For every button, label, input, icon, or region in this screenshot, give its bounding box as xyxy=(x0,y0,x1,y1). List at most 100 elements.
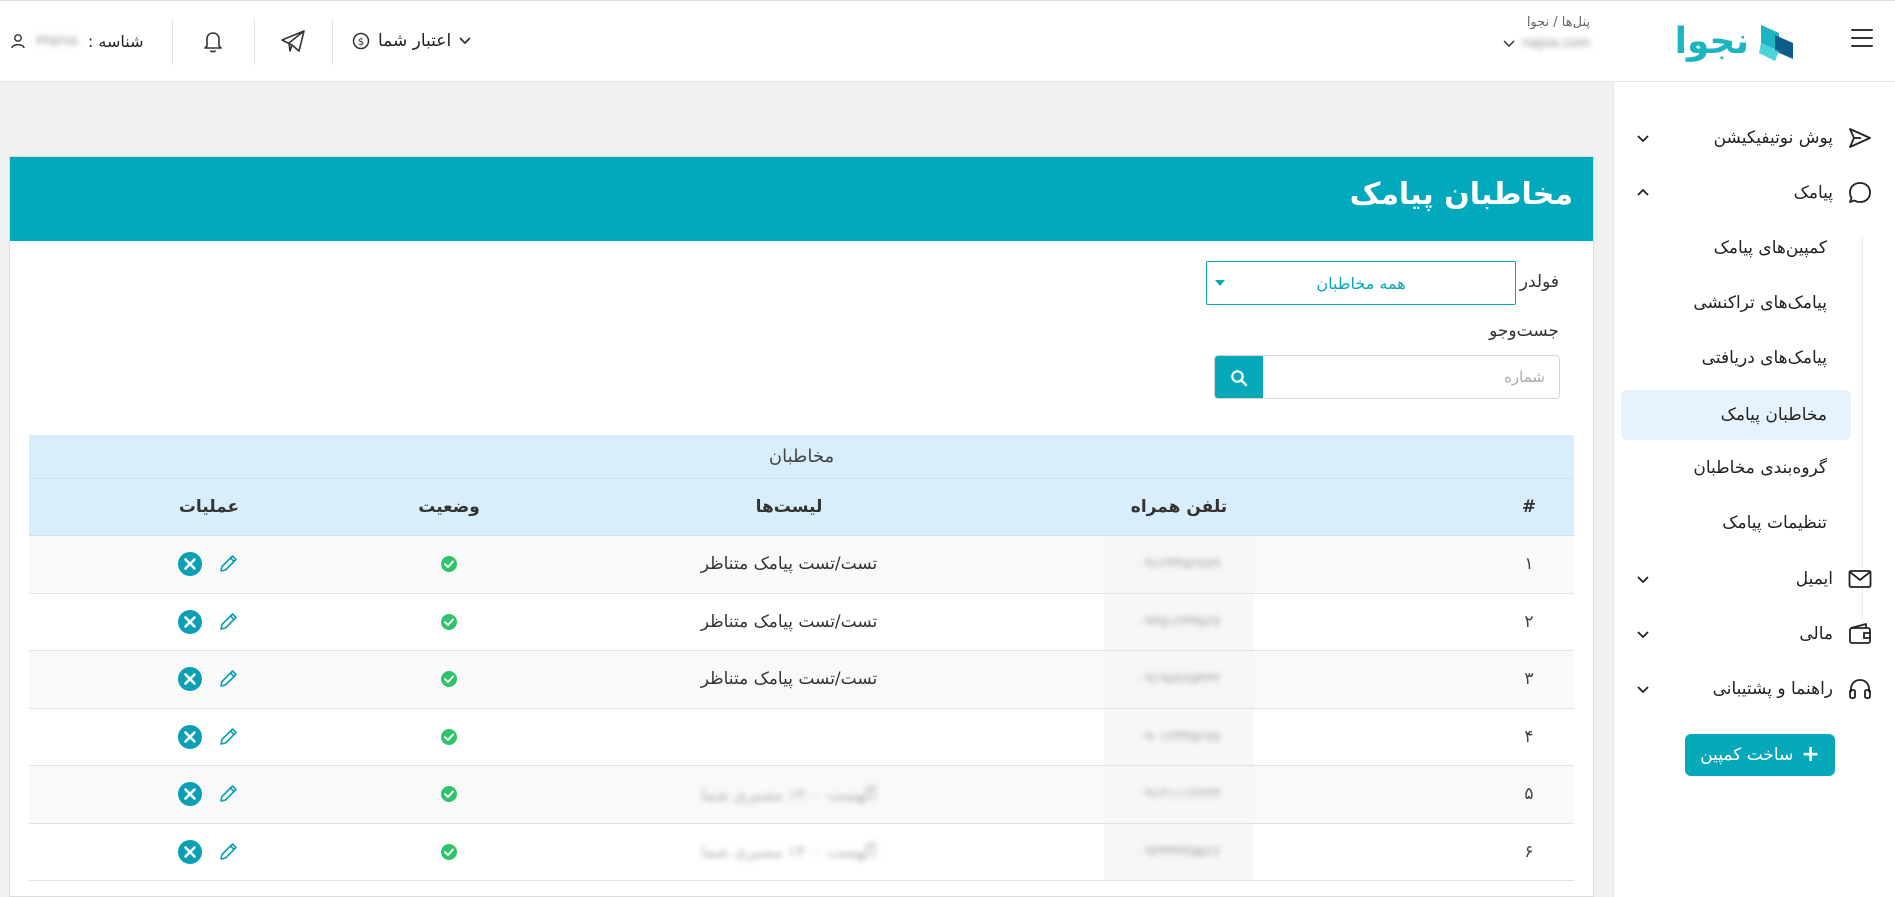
delete-button[interactable] xyxy=(177,724,203,750)
row-phone: ۰۹۳۳۴۴۴۵۵۶۶ xyxy=(1137,843,1221,860)
headset-icon xyxy=(1849,679,1871,699)
pencil-icon xyxy=(220,670,237,688)
edit-button[interactable] xyxy=(215,839,241,865)
sidebar-subitem-sms-campaigns[interactable]: کمپین‌های پیامک xyxy=(1714,230,1827,266)
user-id[interactable]: شناسه : ۳۴۵۶۷۸ xyxy=(10,29,143,53)
row-index: ۵ xyxy=(1524,784,1534,805)
table-row: ۲ ۰۹۳۵۱۲۳۴۵۶۷ تست/تست پیامک متناظر xyxy=(29,593,1574,651)
user-id-value: ۳۴۵۶۷۸ xyxy=(36,33,78,49)
table-row: ۵ ۰۹۱۲۱۱۱۲۲۳۳ آگهست ۱۴۰۰ مسیری شما xyxy=(29,766,1574,824)
column-header-lists: لیست‌ها xyxy=(755,497,823,517)
delete-button[interactable] xyxy=(177,839,203,865)
pencil-icon xyxy=(220,842,237,860)
sidebar-subitem-received-sms[interactable]: پیامک‌های دریافتی xyxy=(1702,340,1827,376)
panel-selector[interactable]: پنل‌ها / نجوا najva.com xyxy=(1470,15,1590,65)
sidebar-subitem-contact-groups[interactable]: گروه‌بندی مخاطبان xyxy=(1693,450,1827,486)
credit-dropdown[interactable]: $ اعتبار شما xyxy=(352,29,471,53)
sidebar-subitem-sms-contacts[interactable]: مخاطبان پیامک xyxy=(1721,397,1827,433)
table-caption: مخاطبان xyxy=(29,435,1574,479)
chevron-down-icon xyxy=(1637,135,1649,143)
top-header: نجوا پنل‌ها / نجوا najva.com شناسه : ۳۴۵… xyxy=(0,0,1895,82)
pencil-icon xyxy=(220,612,237,630)
mail-icon xyxy=(1848,570,1872,588)
panel-value: najva.com xyxy=(1522,36,1590,51)
table-row: ۶ ۰۹۳۳۴۴۴۵۵۶۶ آگهست ۱۴۰۰ مسیری شما xyxy=(29,823,1574,881)
column-header-index: # xyxy=(1521,497,1537,517)
edit-button[interactable] xyxy=(215,551,241,577)
coin-icon: $ xyxy=(352,32,370,50)
sidebar-item-label: راهنما و پشتیبانی xyxy=(1712,679,1833,699)
plus-icon: + xyxy=(1801,742,1820,767)
panel-breadcrumb: پنل‌ها / نجوا xyxy=(1526,15,1590,30)
menu-icon[interactable] xyxy=(1851,29,1873,47)
row-lists: تست/تست پیامک متناظر xyxy=(700,611,878,632)
chevron-down-icon xyxy=(1637,686,1649,694)
row-index: ۱ xyxy=(1524,554,1534,575)
close-circle-icon xyxy=(178,609,202,634)
wallet-icon xyxy=(1849,623,1871,644)
telegram-icon[interactable] xyxy=(279,27,307,55)
status-check-icon xyxy=(441,671,457,688)
row-phone: ۰۹۱۹۸۷۶۵۴۳۲ xyxy=(1137,671,1221,688)
create-campaign-button[interactable]: + ساخت کمپین xyxy=(1685,734,1835,776)
search-button[interactable] xyxy=(1215,356,1263,398)
sidebar: پوش نوتیفیکیشن پیامک کمپین‌های پیامک پیا… xyxy=(1613,82,1895,897)
close-circle-icon xyxy=(178,667,202,692)
column-header-operations: عملیات xyxy=(178,497,240,517)
sidebar-item-email[interactable]: ایمیل xyxy=(1633,559,1873,599)
close-circle-icon xyxy=(178,552,202,577)
logo-mark-icon xyxy=(1759,25,1793,61)
najva-logo[interactable]: نجوا xyxy=(1657,19,1797,65)
delete-button[interactable] xyxy=(177,609,203,635)
sidebar-item-support[interactable]: راهنما و پشتیبانی xyxy=(1633,669,1873,709)
search-input[interactable] xyxy=(1263,356,1559,398)
row-index: ۲ xyxy=(1524,611,1534,632)
row-lists: آگهست ۱۴۰۰ مسیری شما xyxy=(701,842,877,862)
chevron-up-icon xyxy=(1637,188,1649,196)
row-lists: آگهست ۱۴۰۰ مسیری شما xyxy=(701,784,877,804)
folder-select[interactable]: همه مخاطبان xyxy=(1206,261,1516,305)
chevron-down-icon xyxy=(1503,39,1515,47)
table-body: ۱ ۰۹۱۲۳۴۵۶۷۸۹ تست/تست پیامک متناظر ۲ ۰۹۳… xyxy=(29,536,1574,881)
sidebar-subitem-sms-settings[interactable]: تنظیمات پیامک xyxy=(1722,505,1827,541)
sidebar-item-push[interactable]: پوش نوتیفیکیشن xyxy=(1633,118,1873,158)
row-lists: تست/تست پیامک متناظر xyxy=(700,669,878,690)
page-title: مخاطبان پیامک xyxy=(1349,177,1573,212)
delete-button[interactable] xyxy=(177,551,203,577)
user-id-label: شناسه : xyxy=(87,31,144,51)
table-row: ۳ ۰۹۱۹۸۷۶۵۴۳۲ تست/تست پیامک متناظر xyxy=(29,651,1574,709)
row-lists: تست/تست پیامک متناظر xyxy=(700,554,878,575)
edit-button[interactable] xyxy=(215,724,241,750)
row-index: ۳ xyxy=(1524,669,1534,690)
delete-button[interactable] xyxy=(177,666,203,692)
user-icon xyxy=(11,34,25,49)
sidebar-item-label: پیامک xyxy=(1793,183,1833,203)
header-divider xyxy=(254,19,255,65)
edit-button[interactable] xyxy=(215,781,241,807)
chat-bubble-icon xyxy=(1849,182,1871,203)
column-header-phone: تلفن همراه xyxy=(1130,497,1228,517)
search-box xyxy=(1214,355,1560,399)
row-phone: ۰۹۱۲۳۴۵۶۷۸۹ xyxy=(1137,556,1221,573)
send-icon xyxy=(1849,128,1871,148)
close-circle-icon xyxy=(178,724,202,749)
chevron-down-icon xyxy=(1637,576,1649,584)
pencil-icon xyxy=(220,555,237,573)
column-header-status: وضعیت xyxy=(418,497,480,517)
table-row: ۱ ۰۹۱۲۳۴۵۶۷۸۹ تست/تست پیامک متناظر xyxy=(29,536,1574,594)
edit-button[interactable] xyxy=(215,609,241,635)
pencil-icon xyxy=(220,785,237,803)
table-header-row: # تلفن همراه لیست‌ها وضعیت عملیات xyxy=(29,479,1574,536)
row-phone: ۰۹۳۵۱۲۳۴۵۶۷ xyxy=(1137,613,1221,630)
contacts-table: مخاطبان # تلفن همراه لیست‌ها وضعیت عملیا… xyxy=(29,435,1574,881)
edit-button[interactable] xyxy=(215,666,241,692)
sidebar-item-sms[interactable]: پیامک xyxy=(1633,173,1873,213)
status-check-icon xyxy=(441,786,457,803)
close-circle-icon xyxy=(178,782,202,807)
delete-button[interactable] xyxy=(177,781,203,807)
sidebar-item-finance[interactable]: مالی xyxy=(1633,614,1873,654)
search-icon xyxy=(1231,370,1248,387)
status-check-icon xyxy=(441,556,457,573)
bell-icon[interactable] xyxy=(199,27,227,55)
sidebar-subitem-transactional-sms[interactable]: پیامک‌های تراکنشی xyxy=(1693,285,1827,321)
